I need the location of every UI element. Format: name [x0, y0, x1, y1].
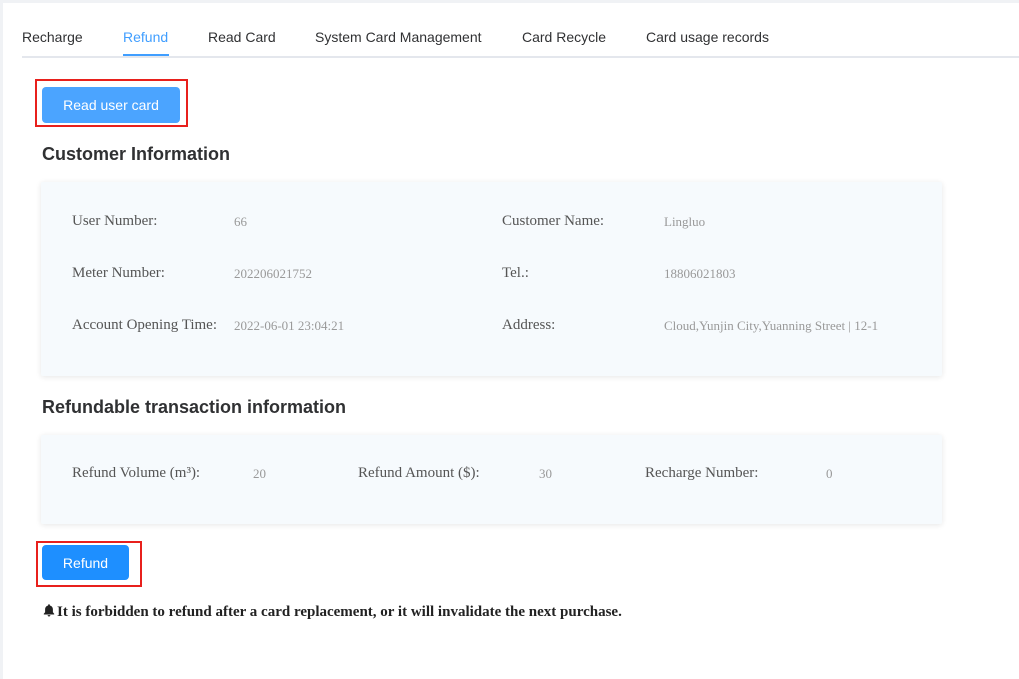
refund-volume-label: Refund Volume (m³):	[72, 465, 201, 481]
tab-card-usage-records[interactable]: Card usage records	[646, 29, 769, 45]
active-tab-indicator	[123, 54, 169, 56]
recharge-number-value: 0	[826, 466, 833, 481]
refund-amount-value: 30	[539, 466, 552, 481]
customer-info-card: User Number: 66 Customer Name: Lingluo M…	[41, 182, 942, 376]
refund-notice: It is forbidden to refund after a card r…	[42, 603, 622, 622]
address-label: Address:	[502, 317, 556, 333]
opening-time-value: 2022-06-01 23:04:21	[234, 318, 345, 333]
tab-system-card-management[interactable]: System Card Management	[315, 29, 482, 45]
customer-name-label: Customer Name:	[502, 213, 605, 229]
customer-info-title: Customer Information	[42, 144, 231, 164]
meter-number-value: 202206021752	[234, 266, 312, 281]
refund-notice-text: It is forbidden to refund after a card r…	[57, 604, 622, 620]
user-number-value: 66	[234, 214, 247, 229]
read-user-card-button[interactable]: Read user card	[42, 87, 180, 123]
refund-button[interactable]: Refund	[42, 545, 129, 580]
tel-value: 18806021803	[664, 266, 736, 281]
opening-time-label: Account Opening Time:	[72, 317, 217, 333]
tab-bar: Recharge Refund Read Card System Card Ma…	[22, 0, 1019, 58]
refund-volume-value: 20	[253, 466, 266, 481]
customer-name-value: Lingluo	[664, 214, 706, 229]
address-value: Cloud,Yunjin City,Yuanning Street | 12-1	[664, 318, 879, 333]
refundable-info-card: Refund Volume (m³): 20 Refund Amount ($)…	[41, 435, 942, 524]
recharge-number-label: Recharge Number:	[645, 465, 759, 481]
refundable-info-title: Refundable transaction information	[42, 397, 347, 417]
refund-amount-label: Refund Amount ($):	[358, 465, 480, 481]
tab-refund[interactable]: Refund	[123, 29, 168, 45]
bell-icon	[42, 603, 56, 622]
tab-card-recycle[interactable]: Card Recycle	[522, 29, 606, 45]
tab-read-card[interactable]: Read Card	[208, 29, 276, 45]
window-frame-left	[0, 0, 3, 679]
user-number-label: User Number:	[72, 213, 158, 229]
tel-label: Tel.:	[502, 265, 529, 281]
meter-number-label: Meter Number:	[72, 265, 165, 281]
tab-recharge[interactable]: Recharge	[22, 29, 83, 45]
